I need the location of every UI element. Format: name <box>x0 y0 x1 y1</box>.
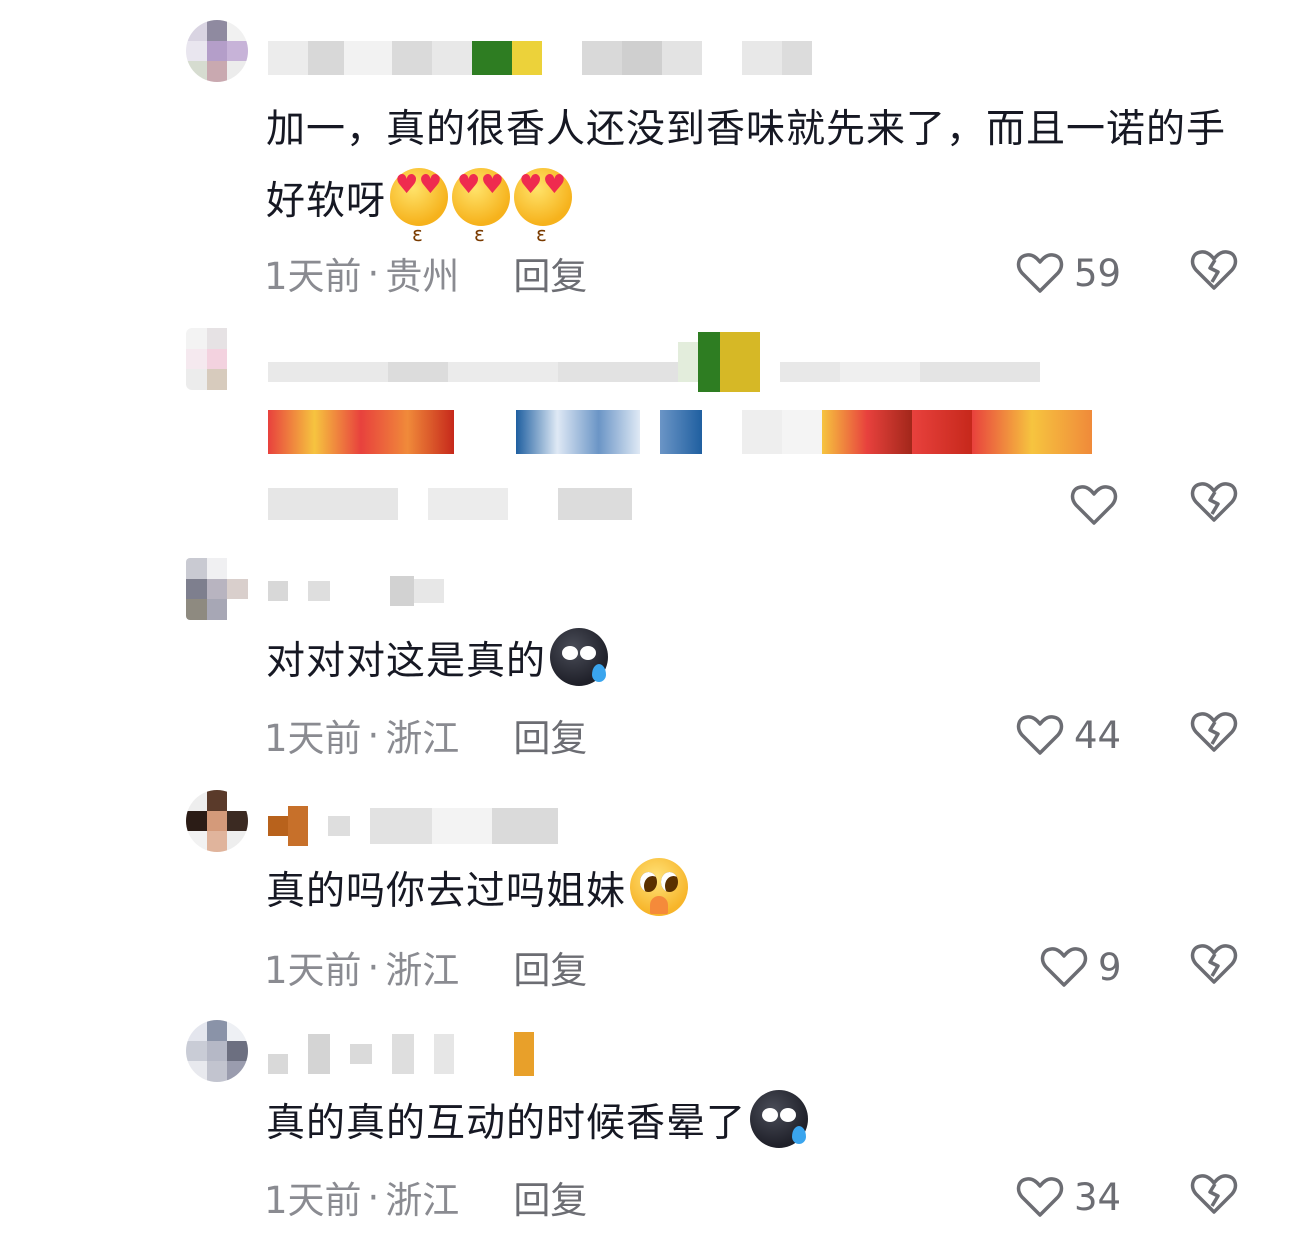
heart-outline-icon <box>1016 715 1064 755</box>
comment-text: 对对对这是真的 <box>266 626 1246 698</box>
broken-heart-icon <box>1190 944 1238 984</box>
dislike-button[interactable] <box>1190 942 1240 992</box>
comment-meta: 1天前 · 浙江 回复 <box>264 1170 587 1224</box>
reply-button[interactable]: 回复 <box>513 940 587 994</box>
location: 贵州 <box>385 255 460 298</box>
avatar[interactable] <box>186 328 248 390</box>
comment-text-content: 真的真的互动的时候香晕了 <box>266 1101 747 1146</box>
avatar[interactable] <box>186 1020 248 1082</box>
heart-eyes-kiss-emoji: ɛ <box>452 168 511 246</box>
like-count: 34 <box>1074 1175 1122 1219</box>
comment-text: 真的真的互动的时候香晕了 <box>266 1088 1246 1160</box>
comment-text: 真的吗你去过吗姐妹 <box>266 856 1246 928</box>
like-button[interactable]: 44 <box>1016 710 1121 760</box>
meta-separator: · <box>367 713 380 757</box>
dislike-button[interactable] <box>1190 480 1240 530</box>
username-blurred[interactable] <box>268 576 444 606</box>
meta-separator: · <box>367 945 380 989</box>
sweat-dark-face-emoji <box>750 1090 809 1148</box>
avatar[interactable] <box>186 20 248 82</box>
broken-heart-icon <box>1190 482 1238 522</box>
comment-meta: 1天前 · 浙江 回复 <box>264 940 587 994</box>
like-button[interactable]: 59 <box>1016 248 1121 298</box>
like-button[interactable]: 9 <box>1040 942 1122 992</box>
like-button[interactable]: 34 <box>1016 1172 1121 1222</box>
dislike-button[interactable] <box>1190 1172 1240 1222</box>
timestamp: 1天前 <box>264 1179 362 1222</box>
timestamp: 1天前 <box>264 255 362 298</box>
location: 浙江 <box>385 1179 460 1222</box>
location: 浙江 <box>385 717 460 760</box>
timestamp: 1天前 <box>264 949 362 992</box>
heart-outline-icon <box>1070 485 1118 525</box>
like-count: 9 <box>1098 945 1122 989</box>
reply-button[interactable]: 回复 <box>513 246 587 300</box>
avatar[interactable] <box>186 790 248 852</box>
comment-meta-blurred <box>268 486 632 522</box>
dislike-button[interactable] <box>1190 248 1240 298</box>
comment-text-blurred <box>268 410 1092 454</box>
username-blurred[interactable] <box>268 38 812 78</box>
begging-face-emoji <box>630 858 689 916</box>
meta-separator: · <box>367 1175 380 1219</box>
dislike-button[interactable] <box>1190 710 1240 760</box>
reply-button[interactable]: 回复 <box>513 708 587 762</box>
username-blurred[interactable] <box>268 806 558 846</box>
comment-text-content: 真的吗你去过吗姐妹 <box>266 869 627 914</box>
timestamp: 1天前 <box>264 717 362 760</box>
like-button[interactable] <box>1070 480 1118 530</box>
heart-outline-icon <box>1040 947 1088 987</box>
avatar[interactable] <box>186 558 248 620</box>
broken-heart-icon <box>1190 1174 1238 1214</box>
like-count: 59 <box>1074 251 1122 295</box>
heart-eyes-kiss-emoji: ɛ <box>390 168 449 246</box>
reply-button[interactable]: 回复 <box>513 1170 587 1224</box>
heart-eyes-kiss-emoji: ɛ <box>514 168 573 246</box>
heart-outline-icon <box>1016 1177 1064 1217</box>
location: 浙江 <box>385 949 460 992</box>
heart-outline-icon <box>1016 253 1064 293</box>
comment-meta: 1天前 · 贵州 回复 <box>264 246 587 300</box>
comment-text-content: 对对对这是真的 <box>266 639 547 684</box>
broken-heart-icon <box>1190 250 1238 290</box>
username-blurred[interactable] <box>268 332 1040 392</box>
username-blurred[interactable] <box>268 1032 534 1076</box>
sweat-dark-face-emoji <box>550 628 609 686</box>
comment-meta: 1天前 · 浙江 回复 <box>264 708 587 762</box>
broken-heart-icon <box>1190 712 1238 752</box>
like-count: 44 <box>1074 713 1122 757</box>
comment-text: 加一，真的很香人还没到香味就先来了，而且一诺的手好软呀ɛɛɛ <box>266 94 1246 246</box>
meta-separator: · <box>367 251 380 295</box>
